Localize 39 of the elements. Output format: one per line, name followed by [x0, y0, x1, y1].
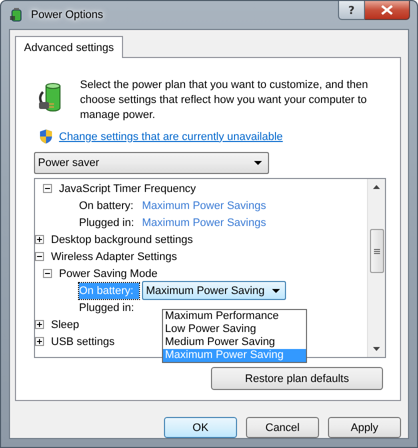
setting-label[interactable]: On battery: — [79, 198, 139, 214]
expand-icon[interactable] — [35, 235, 44, 244]
setting-value[interactable]: Maximum Power Savings — [142, 200, 266, 212]
dialog-button[interactable]: OK — [164, 417, 237, 438]
help-button[interactable]: ? — [338, 1, 365, 20]
setting-label[interactable]: Plugged in: — [79, 214, 139, 230]
collapse-icon[interactable] — [43, 184, 52, 193]
dropdown-option[interactable]: Maximum Performance — [163, 310, 306, 323]
close-icon — [381, 5, 393, 15]
expand-icon[interactable] — [35, 320, 44, 329]
tab[interactable]: Advanced settings — [15, 36, 123, 58]
setting-label[interactable]: Wireless Adapter Settings — [51, 250, 177, 262]
setting-label[interactable]: USB settings — [51, 336, 115, 348]
intro-text: Select the power plan that you want to customize, and then choose settings that reflect how you want your computer to manage power. — [80, 78, 370, 123]
caret-icon — [254, 161, 262, 165]
scroll-up-icon[interactable] — [373, 185, 380, 189]
scroll-down-icon[interactable] — [373, 347, 380, 351]
close-button[interactable] — [365, 1, 410, 20]
dropdown-option[interactable]: Low Power Saving — [163, 323, 306, 336]
dropdown-option[interactable]: Medium Power Saving — [163, 336, 306, 349]
setting-label[interactable]: Power Saving Mode — [59, 268, 158, 280]
window-title: Power Options — [31, 9, 104, 21]
plan-dropdown[interactable]: Power saver — [34, 152, 269, 174]
change-settings-link[interactable]: Change settings that are currently unavailable — [59, 130, 283, 142]
caret-icon — [272, 288, 280, 292]
dialog-button[interactable]: Apply — [328, 417, 401, 438]
scroll-thumb[interactable] — [370, 229, 384, 273]
shield-icon — [39, 129, 53, 144]
value-dropdown[interactable]: Maximum Power Saving — [142, 281, 286, 300]
setting-value[interactable]: Maximum Power Savings — [142, 216, 266, 228]
setting-label[interactable]: JavaScript Timer Frequency — [59, 182, 196, 194]
expand-icon[interactable] — [35, 337, 44, 346]
restore-defaults-button[interactable]: Restore plan defaults — [211, 367, 383, 390]
dialog-button[interactable]: Cancel — [246, 417, 319, 438]
setting-label[interactable]: Desktop background settings — [51, 234, 193, 246]
setting-label[interactable]: Sleep — [51, 318, 80, 330]
collapse-icon[interactable] — [43, 269, 52, 278]
collapse-icon[interactable] — [35, 252, 44, 261]
setting-label[interactable]: Plugged in: — [79, 300, 139, 316]
